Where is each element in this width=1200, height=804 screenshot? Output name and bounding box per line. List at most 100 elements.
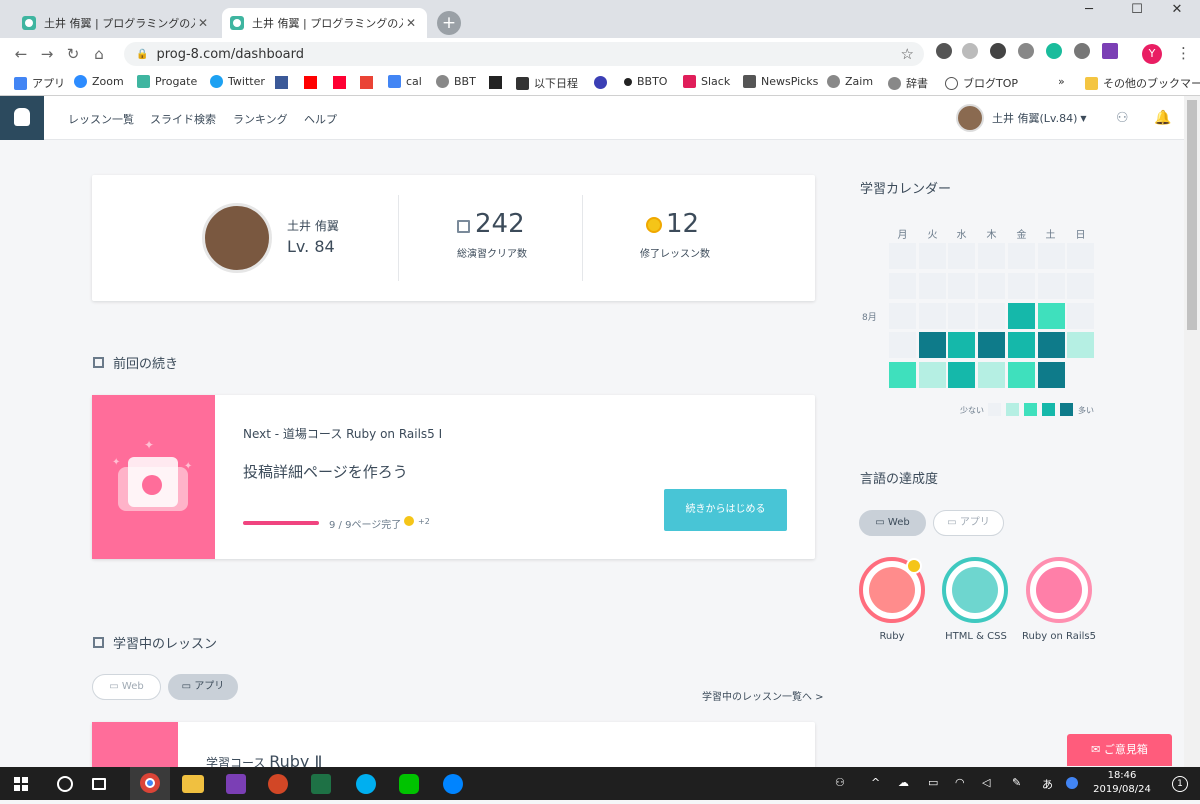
- messenger-icon[interactable]: [443, 774, 463, 794]
- amazon-icon[interactable]: [489, 76, 502, 89]
- bookmark-star-icon[interactable]: ☆: [901, 45, 914, 63]
- bell-icon[interactable]: 🔔: [1154, 110, 1171, 126]
- user-menu[interactable]: 土井 侑翼(Lv.84) ▼: [956, 104, 1087, 132]
- bookmark-item[interactable]: BBT: [436, 75, 476, 88]
- facebook-icon[interactable]: [275, 76, 288, 89]
- bookmark-item[interactable]: Zaim: [827, 75, 873, 88]
- profile-name: 土井 侑翼: [287, 219, 339, 233]
- day-label: 火: [927, 230, 938, 241]
- nav-help[interactable]: ヘルプ: [304, 111, 337, 127]
- nav-slide-search[interactable]: スライド検索: [150, 111, 216, 127]
- bookmark-globe-icon[interactable]: [594, 76, 607, 89]
- bookmark-item[interactable]: Zoom: [74, 75, 124, 88]
- close-tab-icon[interactable]: ✕: [195, 16, 211, 30]
- line-icon[interactable]: [399, 774, 419, 794]
- chrome-taskbar-button[interactable]: [130, 767, 170, 800]
- bookmark-item[interactable]: 以下日程: [516, 75, 578, 91]
- menu-kebab-icon[interactable]: ⋮: [1176, 44, 1191, 62]
- browser-tab-active[interactable]: 土井 侑翼 | プログラミングの入門なら✕: [222, 8, 427, 38]
- nav-ranking[interactable]: ランキング: [233, 111, 288, 127]
- search-circle-icon[interactable]: [52, 771, 78, 797]
- windows-start-icon[interactable]: [8, 771, 34, 797]
- back-button[interactable]: ←: [8, 45, 34, 63]
- home-button[interactable]: ⌂: [86, 45, 112, 63]
- legend-more: 多い: [1078, 406, 1094, 415]
- close-tab-icon[interactable]: ✕: [403, 16, 419, 30]
- skype-icon[interactable]: [356, 774, 376, 794]
- people-icon[interactable]: ⚇: [1116, 110, 1129, 126]
- pen-icon[interactable]: ✎: [1012, 776, 1021, 789]
- bookmark-item[interactable]: 辞書: [888, 75, 928, 91]
- bookmark-item[interactable]: BBTO: [624, 75, 667, 88]
- gmail-icon[interactable]: [360, 76, 373, 89]
- bookmark-item[interactable]: ブログTOP: [945, 75, 1018, 91]
- calendar-cell: [1007, 243, 1035, 269]
- lesson-title: 投稿詳細ページを作ろう: [243, 463, 408, 481]
- bookmarks-overflow[interactable]: »: [1058, 75, 1065, 88]
- taskbar-clock[interactable]: 18:46 2019/08/24: [1092, 769, 1152, 797]
- calendar-cell: [1007, 332, 1035, 359]
- achievement-tab-app[interactable]: ▭ アプリ: [933, 510, 1004, 536]
- extension-icon[interactable]: [936, 43, 952, 59]
- calendar-cell: [889, 272, 916, 299]
- learning-tab-app[interactable]: ▭ アプリ: [168, 674, 238, 700]
- onenote-icon[interactable]: [226, 774, 246, 794]
- continue-card[interactable]: ✦ ✦ ✦ Next - 道場コース Ruby on Rails5 Ⅰ 投稿詳細…: [92, 395, 815, 559]
- scrollbar-thumb[interactable]: [1187, 100, 1197, 330]
- achievement-title: 言語の達成度: [860, 472, 939, 487]
- achievement-tab-web[interactable]: ▭ Web: [859, 510, 926, 536]
- progate-logo-icon[interactable]: [0, 96, 44, 140]
- continue-button[interactable]: 続きからはじめる: [664, 489, 787, 531]
- bookmark-item[interactable]: Twitter: [210, 75, 265, 88]
- learning-tab-web[interactable]: ▭ Web: [92, 674, 161, 700]
- yahoo-icon[interactable]: [333, 76, 346, 89]
- extension-icon[interactable]: [990, 43, 1006, 59]
- profile-avatar[interactable]: Y: [1142, 44, 1162, 64]
- legend-less: 少ない: [960, 406, 984, 415]
- bookmark-item[interactable]: Slack: [683, 75, 730, 88]
- scrollbar[interactable]: [1184, 96, 1200, 767]
- learning-lessons-link[interactable]: 学習中のレッスン一覧へ >: [702, 688, 824, 703]
- medal-icon: [906, 558, 922, 574]
- cloud-icon[interactable]: ☁: [898, 776, 909, 789]
- camera-extension-icon[interactable]: [1074, 43, 1090, 59]
- browser-tab[interactable]: 土井 侑翼 | プログラミングの入門なら✕: [14, 8, 219, 38]
- rails-badge[interactable]: [1026, 557, 1092, 623]
- minimize-button[interactable]: ─: [1066, 0, 1112, 20]
- nav-lessons[interactable]: レッスン一覧: [68, 111, 134, 127]
- file-explorer-icon[interactable]: [182, 775, 204, 793]
- new-tab-button[interactable]: +: [437, 11, 461, 35]
- google-drive-icon[interactable]: [1066, 777, 1078, 789]
- extension-icon[interactable]: [962, 43, 978, 59]
- onenote-extension-icon[interactable]: [1102, 43, 1118, 59]
- notification-badge[interactable]: 1: [1172, 776, 1188, 792]
- excel-icon[interactable]: [311, 774, 331, 794]
- feedback-button[interactable]: ✉ ご意見箱: [1067, 734, 1172, 766]
- bookmark-item[interactable]: Progate: [137, 75, 197, 88]
- bookmark-item[interactable]: cal: [388, 75, 422, 88]
- learning-lesson-card[interactable]: 学習コース Ruby Ⅱ: [92, 722, 815, 767]
- forward-button[interactable]: →: [34, 45, 60, 63]
- calendar-cell: [978, 302, 1006, 329]
- other-bookmarks[interactable]: その他のブックマーク: [1085, 75, 1200, 91]
- battery-icon[interactable]: ▭: [928, 776, 938, 789]
- calendar-icon: [388, 75, 401, 88]
- bookmark-item[interactable]: NewsPicks: [743, 75, 818, 88]
- reload-button[interactable]: ↻: [60, 45, 86, 63]
- powerpoint-icon[interactable]: [268, 774, 288, 794]
- wifi-icon[interactable]: ◠: [955, 776, 965, 789]
- close-window-button[interactable]: ✕: [1154, 0, 1200, 20]
- chevron-up-icon[interactable]: ^: [871, 776, 880, 789]
- book-icon: [93, 637, 104, 648]
- youtube-icon[interactable]: [304, 76, 317, 89]
- task-view-icon[interactable]: [92, 778, 106, 790]
- address-bar[interactable]: 🔒 prog-8.com/dashboard ☆: [124, 42, 924, 66]
- html-css-badge[interactable]: [942, 557, 1008, 623]
- volume-icon[interactable]: ◁: [982, 776, 990, 789]
- day-label: 金: [1016, 230, 1027, 241]
- extension-icon[interactable]: [1018, 43, 1034, 59]
- ime-indicator[interactable]: あ: [1042, 776, 1053, 792]
- bookmark-item[interactable]: アプリ: [14, 75, 65, 91]
- extension-icon[interactable]: [1046, 43, 1062, 59]
- people-icon[interactable]: ⚇: [835, 776, 845, 789]
